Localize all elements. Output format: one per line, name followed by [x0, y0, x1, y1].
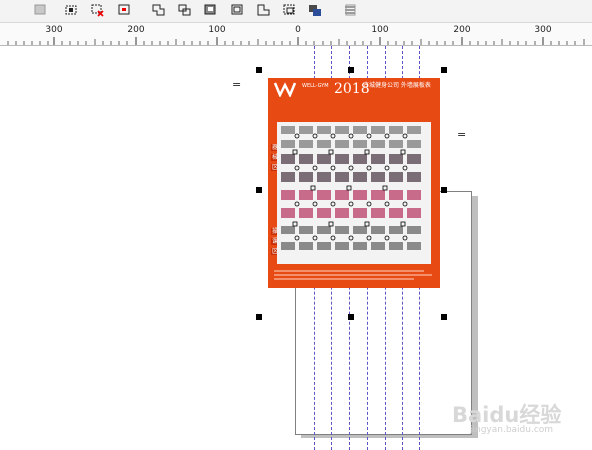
ruler-label: 100 — [371, 25, 389, 35]
selection-handle[interactable] — [256, 314, 262, 320]
ruler-label: 200 — [127, 25, 145, 35]
ruler-label: 200 — [453, 25, 471, 35]
footnote-lines — [274, 270, 432, 280]
selection-handle[interactable] — [256, 67, 262, 73]
weld-icon[interactable] — [117, 3, 132, 17]
logo-mark-icon — [273, 82, 297, 99]
selected-design-board[interactable]: WELL-GYM 2018 古城健身公司 外墙展板表 器 械 区 操 课 区 — [268, 78, 440, 288]
ungroup-icon[interactable] — [64, 3, 79, 17]
selection-handle[interactable] — [441, 187, 447, 193]
align-icon[interactable] — [343, 3, 358, 17]
baidu-watermark-url: jingyan.baidu.com — [470, 425, 554, 435]
equal-marker: = — [232, 78, 242, 91]
ruler-label: 100 — [208, 25, 226, 35]
back-minus-front-icon[interactable] — [256, 3, 271, 17]
trim-icon[interactable] — [151, 3, 166, 17]
ruler-label: 0 — [295, 25, 301, 35]
selection-handle[interactable] — [441, 314, 447, 320]
intersect-icon[interactable] — [177, 3, 192, 17]
ruler-label: 300 — [45, 25, 63, 35]
ruler-label: 300 — [534, 25, 552, 35]
selection-handle[interactable] — [348, 67, 354, 73]
selection-handle[interactable] — [256, 187, 262, 193]
boundary-icon[interactable] — [282, 3, 297, 17]
horizontal-ruler[interactable]: 300 200 100 0 100 200 300 — [0, 23, 592, 46]
front-minus-back-icon[interactable] — [230, 3, 245, 17]
simplify-icon[interactable] — [203, 3, 218, 17]
schedule-grid-graphic — [277, 110, 431, 250]
selection-handle[interactable] — [441, 67, 447, 73]
board-footnote — [274, 268, 434, 284]
ungroup-all-icon[interactable] — [90, 3, 105, 17]
banner-subtitle: 古城健身公司 外墙展板表 — [363, 82, 431, 89]
logo-text: WELL-GYM — [302, 83, 329, 89]
gym-logo: WELL-GYM — [273, 81, 330, 99]
order-icon[interactable] — [307, 3, 322, 17]
toolbar — [0, 0, 592, 23]
schedule-grid — [277, 110, 431, 264]
group-icon[interactable] — [33, 3, 48, 17]
selection-handle[interactable] — [348, 314, 354, 320]
equal-marker: = — [457, 128, 467, 141]
